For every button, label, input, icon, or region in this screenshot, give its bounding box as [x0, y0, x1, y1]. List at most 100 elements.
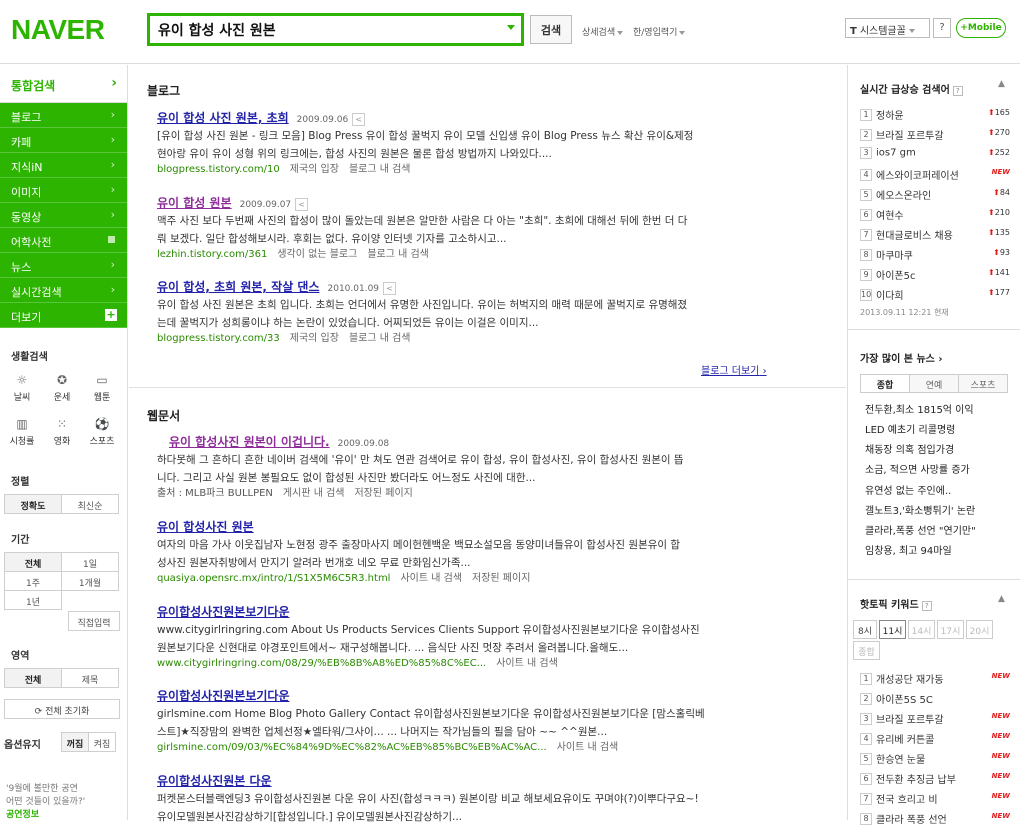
realtime-keyword[interactable]: 9 아이폰5c ⬆141: [860, 267, 1010, 286]
news-item[interactable]: 임창용, 최고 94마일: [865, 542, 952, 557]
result-blog-name[interactable]: 제국의 입장: [290, 164, 339, 175]
result-title-link[interactable]: 유이합성사진원본보기다운: [157, 689, 289, 703]
life-weather[interactable]: ☼ 날씨: [3, 368, 41, 408]
result-title-link[interactable]: 유이합성사진원본 다운: [157, 774, 272, 788]
result-url[interactable]: quasiya.opensrc.mx/intro/1/S1X5M6C5R3.ht…: [157, 573, 390, 584]
realtime-keyword[interactable]: 7 현대글로비스 채용 ⬆135: [860, 227, 1010, 246]
realtime-keyword[interactable]: 8 마쿠마쿠 ⬆93: [860, 247, 1010, 266]
nav-video[interactable]: 동영상 ›: [0, 203, 127, 228]
nav-image[interactable]: 이미지 ›: [0, 178, 127, 203]
hot-keyword[interactable]: 7 전국 흐리고 비 NEW: [860, 791, 1010, 810]
result-title-link[interactable]: 유이 합성 사진 원본, 초희: [157, 111, 289, 125]
result-title-link[interactable]: 유이합성사진원본보기다운: [157, 605, 289, 619]
hot-tab-11[interactable]: 11시: [879, 620, 906, 639]
news-tab-entertainment[interactable]: 연예: [909, 374, 959, 393]
hot-keyword[interactable]: 4 유리베 커튼콜 NEW: [860, 731, 1010, 750]
nav-integrated-search[interactable]: 통합검색 ›: [0, 65, 127, 103]
blog-more-link[interactable]: 블로그 더보기 ›: [701, 362, 767, 377]
hot-keyword[interactable]: 8 클라라 폭풍 선언 NEW: [860, 811, 1010, 830]
news-item[interactable]: 클라라,폭풍 선언 "연기만": [865, 522, 976, 537]
hot-keyword[interactable]: 2 아이폰5S 5C: [860, 691, 1010, 710]
result-url[interactable]: blogpress.tistory.com/10: [157, 164, 280, 175]
realtime-keyword[interactable]: 6 여현수 ⬆210: [860, 207, 1010, 226]
news-item[interactable]: 유연성 없는 주인에..: [865, 482, 951, 497]
hot-tab-17[interactable]: 17시: [937, 620, 964, 639]
hot-tab-14[interactable]: 14시: [908, 620, 935, 639]
naver-logo[interactable]: NAVER: [11, 14, 105, 46]
share-icon[interactable]: <: [295, 197, 309, 211]
hot-keyword[interactable]: 5 한승연 눈물 NEW: [860, 751, 1010, 770]
news-title[interactable]: 가장 많이 본 뉴스 ›: [860, 350, 942, 365]
collapse-icon[interactable]: ▲: [998, 79, 1005, 89]
result-url[interactable]: www.citygirlringring.com/08/29/%EB%8B%A8…: [157, 658, 486, 669]
news-item[interactable]: 채동장 의혹 점입가경: [865, 441, 954, 456]
collapse-icon[interactable]: ▲: [998, 594, 1005, 604]
result-board-search[interactable]: 게시판 내 검색: [283, 488, 345, 499]
nav-blog[interactable]: 블로그 ›: [0, 103, 127, 128]
input-method-link[interactable]: 한/영입력기: [633, 25, 686, 38]
result-title-link[interactable]: 유이 합성 원본: [157, 196, 232, 210]
help-icon[interactable]: ?: [921, 601, 932, 611]
result-title-link[interactable]: 유이 합성, 초희 원본, 작살 댄스: [157, 280, 320, 294]
hot-keyword[interactable]: 3 브라질 포르투갈 NEW: [860, 711, 1010, 730]
hot-tab-8[interactable]: 8시: [853, 620, 877, 639]
hot-keyword[interactable]: 6 전두환 추징금 납부 NEW: [860, 771, 1010, 790]
news-item[interactable]: 소금, 적으면 사망률 증가: [865, 461, 970, 476]
advanced-search-link[interactable]: 상세검색: [582, 25, 624, 38]
result-url[interactable]: lezhin.tistory.com/361: [157, 249, 267, 260]
result-url[interactable]: girlsmine.com/09/03/%EC%84%9D%EC%82%AC%E…: [157, 742, 547, 753]
news-tab-sports[interactable]: 스포츠: [958, 374, 1008, 393]
news-tab-all[interactable]: 종합: [860, 374, 910, 393]
result-url[interactable]: blogpress.tistory.com/33: [157, 333, 280, 344]
area-all[interactable]: 전체: [4, 668, 62, 688]
reset-all-button[interactable]: ⟳ 전체 초기화: [4, 699, 120, 719]
option-on[interactable]: 켜짐: [88, 732, 116, 752]
result-cached-page[interactable]: 저장된 페이지: [472, 573, 530, 584]
life-sports[interactable]: ⚽ 스포츠: [83, 412, 121, 452]
font-select[interactable]: T 시스템글꼴: [845, 18, 930, 38]
promo-banner[interactable]: '9월에 볼만한 공연 어떤 것들이 있을까?' 공연정보: [2, 777, 126, 822]
result-site-search[interactable]: 사이트 내 검색: [496, 658, 558, 669]
mobile-button[interactable]: +Mobile: [956, 18, 1006, 38]
nav-realtime[interactable]: 실시간검색 ›: [0, 278, 127, 303]
period-1year[interactable]: 1년: [4, 590, 62, 610]
chevron-down-icon[interactable]: [507, 25, 515, 30]
result-site-search[interactable]: 사이트 내 검색: [400, 573, 462, 584]
period-1day[interactable]: 1일: [61, 552, 119, 572]
period-all[interactable]: 전체: [4, 552, 62, 572]
result-title-link[interactable]: 유이 합성사진 원본: [157, 520, 254, 534]
news-item[interactable]: 전두환,최소 1815억 이익: [865, 401, 974, 416]
hot-keyword[interactable]: 1 개성공단 재가동 NEW: [860, 671, 1010, 690]
period-custom[interactable]: 직접입력: [68, 611, 120, 631]
nav-cafe[interactable]: 카페 ›: [0, 128, 127, 153]
period-1week[interactable]: 1주: [4, 571, 62, 591]
hot-tab-all[interactable]: 종합: [853, 641, 880, 660]
life-fortune[interactable]: ✪ 운세: [43, 368, 81, 408]
sort-accuracy[interactable]: 정확도: [4, 494, 62, 514]
result-cached-page[interactable]: 저장된 페이지: [354, 488, 412, 499]
area-title-only[interactable]: 제목: [61, 668, 119, 688]
share-icon[interactable]: <: [352, 112, 366, 126]
search-input[interactable]: [150, 16, 490, 43]
help-button[interactable]: ?: [933, 18, 951, 38]
result-inner-search[interactable]: 블로그 내 검색: [349, 333, 411, 344]
search-button[interactable]: 검색: [530, 15, 572, 44]
sort-latest[interactable]: 최신순: [61, 494, 119, 514]
result-site-search[interactable]: 사이트 내 검색: [557, 742, 619, 753]
period-1month[interactable]: 1개월: [61, 571, 119, 591]
news-item[interactable]: 갤노트3,'화소뻥튀기' 논란: [865, 502, 975, 517]
realtime-keyword[interactable]: 5 에오스온라인 ⬆84: [860, 187, 1010, 206]
help-icon[interactable]: ?: [952, 86, 963, 96]
realtime-keyword[interactable]: 4 에스와이코퍼레이션 NEW: [860, 167, 1010, 186]
news-item[interactable]: LED 예초기 리콜명령: [865, 421, 955, 436]
realtime-keyword[interactable]: 2 브라질 포르투갈 ⬆270: [860, 127, 1010, 146]
hot-tab-20[interactable]: 20시: [966, 620, 993, 639]
life-webtoon[interactable]: ▭ 웹툰: [83, 368, 121, 408]
nav-kin[interactable]: 지식iN ›: [0, 153, 127, 178]
share-icon[interactable]: <: [383, 281, 397, 295]
result-inner-search[interactable]: 블로그 내 검색: [349, 164, 411, 175]
result-title-link[interactable]: 유이 합성사진 원본이 이겁니다.: [169, 435, 330, 449]
realtime-keyword[interactable]: 10 이다희 ⬆177: [860, 287, 1010, 306]
nav-news[interactable]: 뉴스 ›: [0, 253, 127, 278]
option-off[interactable]: 꺼짐: [61, 732, 89, 752]
